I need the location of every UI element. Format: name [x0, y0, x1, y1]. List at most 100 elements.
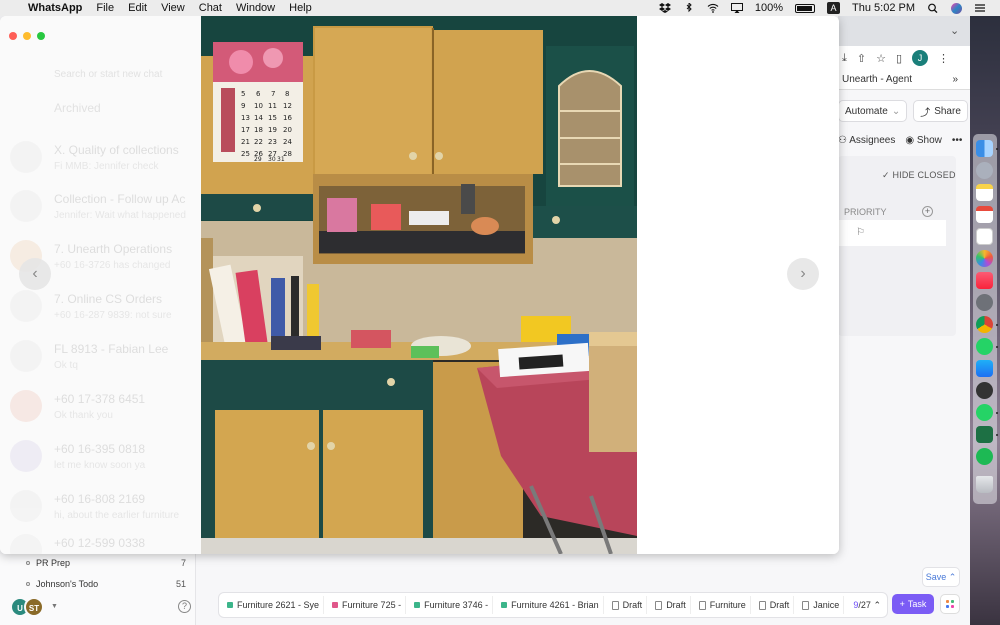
assignees-filter[interactable]: ⚇ Assignees	[838, 135, 895, 146]
tray-doc-tab[interactable]: Draft	[755, 596, 795, 614]
calendar-icon[interactable]	[976, 206, 993, 223]
menu-chat[interactable]: Chat	[199, 2, 222, 14]
flag-icon[interactable]: ⚐	[856, 227, 865, 238]
workspace-avatars[interactable]: U ST	[10, 597, 44, 617]
more-options-button[interactable]: •••	[952, 135, 963, 146]
whatsapp-icon[interactable]	[976, 338, 993, 355]
new-task-button[interactable]: + Task	[892, 594, 934, 614]
chrome-icon[interactable]	[976, 316, 993, 333]
media-viewer: 5 6 7 8 9 10 11 12 13 14 15 16 17 18 19 …	[19, 16, 839, 554]
show-filter[interactable]: ◉ Show	[905, 135, 942, 146]
calendar-day: 7	[271, 90, 275, 98]
menu-help[interactable]: Help	[289, 2, 312, 14]
menu-edit[interactable]: Edit	[128, 2, 147, 14]
photos-icon[interactable]	[976, 250, 993, 267]
menu-app-name[interactable]: WhatsApp	[28, 2, 82, 14]
bookmark-more-button[interactable]: »	[952, 70, 958, 90]
chevron-down-icon[interactable]: ⌄	[950, 24, 959, 37]
share-button[interactable]: ⤴ Share	[913, 100, 968, 122]
download-icon[interactable]: ⤓	[842, 52, 847, 65]
zoom-window-button[interactable]	[37, 32, 45, 40]
finder-icon[interactable]	[976, 140, 993, 157]
chat-list-item[interactable]: +60 17-378 6451 Ok thank you	[0, 380, 201, 430]
calendar-day: 13	[241, 114, 250, 122]
launchpad-icon[interactable]	[976, 162, 993, 179]
sidebar-list-item[interactable]: Johnson's Todo 51	[26, 579, 186, 589]
bookmark-unearth-agent[interactable]: Unearth - Agent	[842, 74, 912, 85]
document-icon	[802, 600, 810, 610]
menu-window[interactable]: Window	[236, 2, 275, 14]
tray-task-tab[interactable]: Furniture 2621 - Sye	[223, 596, 325, 614]
trash-icon[interactable]	[976, 476, 993, 493]
tray-page-counter[interactable]: 9/27 ⌃	[853, 600, 883, 611]
calendar-day: 21	[241, 138, 250, 146]
chat-list-item[interactable]: X. Quality of collections Fi MMB: Jennif…	[0, 131, 201, 181]
system-preferences-icon[interactable]	[976, 294, 993, 311]
tray-doc-tab[interactable]: Janice	[798, 596, 845, 614]
dropbox-icon[interactable]	[658, 3, 671, 13]
add-column-icon[interactable]: +	[922, 206, 933, 217]
input-source-icon[interactable]: A	[827, 2, 841, 14]
hide-closed-toggle[interactable]: ✓ HIDE CLOSED	[882, 170, 956, 181]
browser-menu-icon[interactable]: ⋮	[938, 52, 949, 65]
tray-doc-tab[interactable]: Furniture	[695, 596, 751, 614]
music-icon[interactable]	[976, 272, 993, 289]
star-bookmark-icon[interactable]: ☆	[876, 52, 886, 65]
bluetooth-icon[interactable]	[683, 3, 695, 13]
calendar-day: 18	[254, 126, 263, 134]
menu-clock[interactable]: Thu 5:02 PM	[852, 2, 915, 14]
share-page-icon[interactable]: ⇧	[857, 52, 866, 65]
search-input[interactable]: Search or start new chat	[54, 69, 162, 80]
avatar	[10, 534, 42, 554]
menu-file[interactable]: File	[96, 2, 114, 14]
priority-cell[interactable]	[838, 220, 946, 246]
app-store-icon[interactable]	[976, 360, 993, 377]
tray-task-tab[interactable]: Furniture 4261 - Brian	[497, 596, 604, 614]
siri-icon[interactable]	[951, 2, 962, 14]
automate-button[interactable]: Automate ⌄	[838, 100, 908, 122]
avatar[interactable]: ST	[24, 597, 44, 617]
calendar-day: 12	[283, 102, 292, 110]
excel-icon[interactable]	[976, 426, 993, 443]
priority-column-header: PRIORITY	[844, 207, 887, 217]
avatar	[10, 490, 42, 522]
tray-task-tab[interactable]: Furniture 3746 -	[410, 596, 494, 614]
battery-icon[interactable]	[795, 3, 816, 13]
previous-media-button[interactable]: ‹	[19, 258, 51, 290]
next-media-button[interactable]: ›	[787, 258, 819, 290]
chat-list-item[interactable]: Collection - Follow up Ac Jennifer: Wait…	[0, 180, 201, 230]
clickup-list-panel	[838, 156, 956, 336]
chat-list-item[interactable]: +60 12-599 0338	[0, 524, 201, 554]
task-status-icon	[501, 602, 508, 608]
sidebar-list-item[interactable]: PR Prep 7	[26, 558, 186, 568]
airplay-icon[interactable]	[730, 3, 743, 13]
spotify-icon[interactable]	[976, 448, 993, 465]
menu-view[interactable]: View	[161, 2, 185, 14]
whatsapp-business-icon[interactable]	[976, 404, 993, 421]
list-dot-icon	[26, 561, 30, 565]
apps-grid-icon[interactable]	[940, 594, 960, 614]
archived-chats[interactable]: Archived	[54, 101, 101, 115]
save-button[interactable]: Save ⌃	[922, 567, 960, 587]
bomb-app-icon[interactable]	[976, 382, 993, 399]
chat-list-item[interactable]: +60 16-808 2169 hi, about the earlier fu…	[0, 480, 201, 530]
tray-doc-tab[interactable]: Draft	[608, 596, 648, 614]
reminders-icon[interactable]	[976, 228, 993, 245]
chat-list-item[interactable]: +60 16-395 0818 let me know soon ya	[0, 430, 201, 480]
close-window-button[interactable]	[9, 32, 17, 40]
wifi-icon[interactable]	[707, 3, 719, 13]
task-status-icon	[414, 602, 421, 608]
help-icon[interactable]: ?	[178, 600, 191, 613]
minimize-window-button[interactable]	[23, 32, 31, 40]
control-center-icon[interactable]	[974, 3, 986, 13]
spotlight-search-icon[interactable]	[927, 3, 939, 13]
notes-icon[interactable]	[976, 184, 993, 201]
task-status-icon	[332, 602, 339, 608]
chat-list-item[interactable]: FL 8913 - Fabian Lee Ok tq	[0, 330, 201, 380]
tray-task-tab[interactable]: Furniture 725 -	[328, 596, 407, 614]
chevron-down-icon[interactable]: ▼	[51, 603, 58, 610]
profile-avatar[interactable]: J	[912, 50, 929, 66]
sidebar-toggle-icon[interactable]: ▯	[896, 52, 902, 65]
avatar	[10, 390, 42, 422]
tray-doc-tab[interactable]: Draft	[651, 596, 691, 614]
